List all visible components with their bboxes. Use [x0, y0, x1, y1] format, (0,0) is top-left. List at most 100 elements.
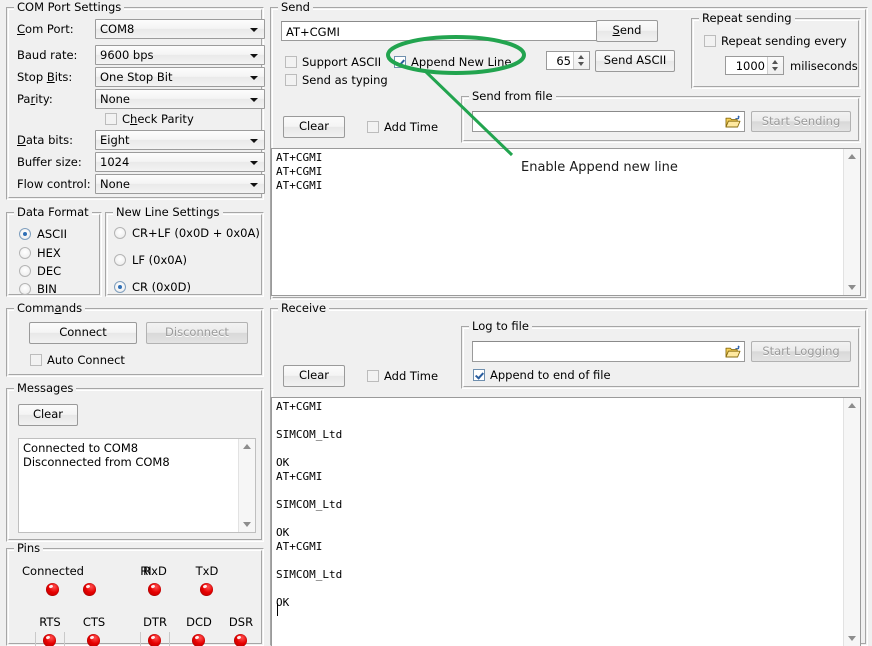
pin-led-dtr — [148, 634, 161, 646]
com-port-settings-group: COM Port Settings Com Port: COM8 Baud ra… — [6, 7, 264, 200]
log-to-file-group: Log to file — [461, 326, 861, 389]
data-format-label-bin: BIN — [37, 282, 57, 296]
send-input[interactable]: AT+CGMI — [281, 21, 598, 41]
check-parity-label: Check Parity — [122, 112, 194, 126]
buffer-size-label: Buffer size: — [17, 155, 82, 169]
data-format-label-ascii: ASCII — [37, 227, 67, 241]
spinner-up-icon[interactable] — [578, 55, 584, 59]
pin-led-txd — [200, 583, 213, 596]
data-bits-label: Data bits: — [17, 133, 73, 147]
pin-separator — [35, 632, 36, 646]
repeat-units-label: miliseconds — [790, 59, 858, 73]
connect-button[interactable]: Connect — [29, 322, 137, 344]
send-clear-label: Clear — [299, 121, 329, 133]
scroll-down-icon[interactable] — [848, 285, 856, 290]
open-folder-icon[interactable] — [723, 113, 743, 130]
send-clear-button[interactable]: Clear — [283, 116, 345, 138]
open-folder-glyph — [725, 115, 741, 129]
buffer-size-combobox[interactable]: 1024 — [95, 152, 265, 172]
receive-title: Receive — [278, 302, 329, 315]
scroll-up-icon[interactable] — [243, 444, 251, 449]
spinner-buttons[interactable] — [767, 57, 783, 74]
spinner-down-icon[interactable] — [578, 62, 584, 66]
log-to-file-path-input[interactable] — [472, 341, 745, 362]
send-button-label: Send — [613, 25, 642, 37]
send-button[interactable]: Send — [596, 20, 658, 42]
ascii-code-spinner[interactable]: 65 — [546, 51, 590, 70]
send-group: Send AT+CGMI Send Support ASCII Append N… — [270, 7, 868, 300]
messages-group: Messages Clear Connected to COM8 Disconn… — [6, 388, 264, 542]
send-title: Send — [278, 1, 313, 14]
scroll-up-icon[interactable] — [848, 403, 856, 408]
annotation-text: Enable Append new line — [521, 160, 678, 175]
pin-led-rxd — [148, 583, 161, 596]
data-format-title: Data Format — [14, 206, 92, 219]
repeat-sending-group: Repeat sending Repeat sending every 1000… — [691, 18, 861, 89]
pin-label-dcd: DCD — [178, 615, 220, 629]
send-ascii-button-label: Send ASCII — [604, 55, 667, 67]
radio-box — [19, 265, 31, 277]
receive-log-area[interactable]: AT+CGMI SIMCOM_Ltd OK AT+CGMI SIMCOM_Ltd… — [271, 397, 861, 646]
new-line-label-crlf: CR+LF (0x0D + 0x0A) — [132, 226, 260, 240]
send-log-scrollbar[interactable] — [843, 149, 860, 295]
com-port-combobox[interactable]: COM8 — [95, 19, 265, 39]
new-line-settings-title: New Line Settings — [113, 206, 223, 219]
open-folder-icon[interactable] — [723, 343, 743, 360]
messages-title: Messages — [14, 382, 76, 395]
receive-clear-label: Clear — [299, 370, 329, 382]
checkbox-box — [473, 369, 485, 381]
scroll-down-icon[interactable] — [243, 522, 251, 527]
commands-group: Commands Connect Disconnect Auto Connect — [6, 308, 264, 377]
pin-separator — [169, 632, 170, 646]
repeat-interval-spinner[interactable]: 1000 — [725, 56, 784, 75]
parity-combobox[interactable]: None — [95, 89, 265, 109]
start-logging-button[interactable]: Start Logging — [751, 341, 851, 362]
pin-label-dsr: DSR — [220, 615, 262, 629]
pin-separator — [64, 632, 65, 646]
stop-bits-combobox[interactable]: One Stop Bit — [95, 67, 265, 87]
pin-label-connected: Connected — [13, 564, 93, 578]
baud-rate-combobox[interactable]: 9600 bps — [95, 45, 265, 65]
auto-connect-label: Auto Connect — [47, 353, 125, 367]
disconnect-button-label: Disconnect — [165, 327, 229, 339]
send-from-file-path-input[interactable] — [472, 111, 745, 132]
checkbox-box — [105, 113, 117, 125]
pin-label-rxd: RxD — [134, 564, 176, 578]
disconnect-button[interactable]: Disconnect — [146, 322, 248, 344]
new-line-label-lf: LF (0x0A) — [132, 253, 187, 267]
scroll-down-icon[interactable] — [848, 636, 856, 641]
start-sending-button[interactable]: Start Sending — [751, 111, 851, 132]
scroll-up-icon[interactable] — [848, 154, 856, 159]
spinner-down-icon[interactable] — [772, 67, 778, 71]
send-from-file-group: Send from file — [461, 96, 861, 143]
send-ascii-button[interactable]: Send ASCII — [595, 50, 675, 72]
messages-log-area[interactable]: Connected to COM8 Disconnected from COM8 — [18, 438, 256, 533]
receive-log-scrollbar[interactable] — [843, 398, 860, 646]
support-ascii-label: Support ASCII — [302, 55, 381, 69]
radio-box — [19, 247, 31, 259]
radio-box — [114, 281, 126, 293]
checkbox-box — [367, 121, 379, 133]
radio-box — [19, 283, 31, 295]
data-bits-combobox[interactable]: Eight — [95, 130, 265, 150]
radio-box — [114, 254, 126, 266]
flow-control-combobox[interactable]: None — [95, 174, 265, 194]
repeat-interval-value: 1000 — [736, 59, 765, 73]
messages-clear-label: Clear — [33, 409, 63, 421]
start-sending-label: Start Sending — [762, 116, 841, 128]
chevron-down-icon — [250, 98, 258, 102]
send-add-time-label: Add Time — [384, 120, 438, 134]
checkbox-box — [285, 74, 297, 86]
receive-add-time-label: Add Time — [384, 369, 438, 383]
baud-rate-label: Baud rate: — [17, 48, 77, 62]
spinner-up-icon[interactable] — [772, 60, 778, 64]
send-input-value: AT+CGMI — [286, 25, 340, 39]
serial-terminal-window: COM Port Settings Com Port: COM8 Baud ra… — [0, 0, 872, 646]
messages-clear-button[interactable]: Clear — [18, 404, 78, 426]
receive-clear-button[interactable]: Clear — [283, 365, 345, 387]
open-folder-glyph — [725, 345, 741, 359]
checkbox-box — [30, 354, 42, 366]
messages-scrollbar[interactable] — [238, 439, 255, 532]
spinner-buttons[interactable] — [573, 52, 589, 69]
data-format-label-hex: HEX — [37, 246, 61, 260]
